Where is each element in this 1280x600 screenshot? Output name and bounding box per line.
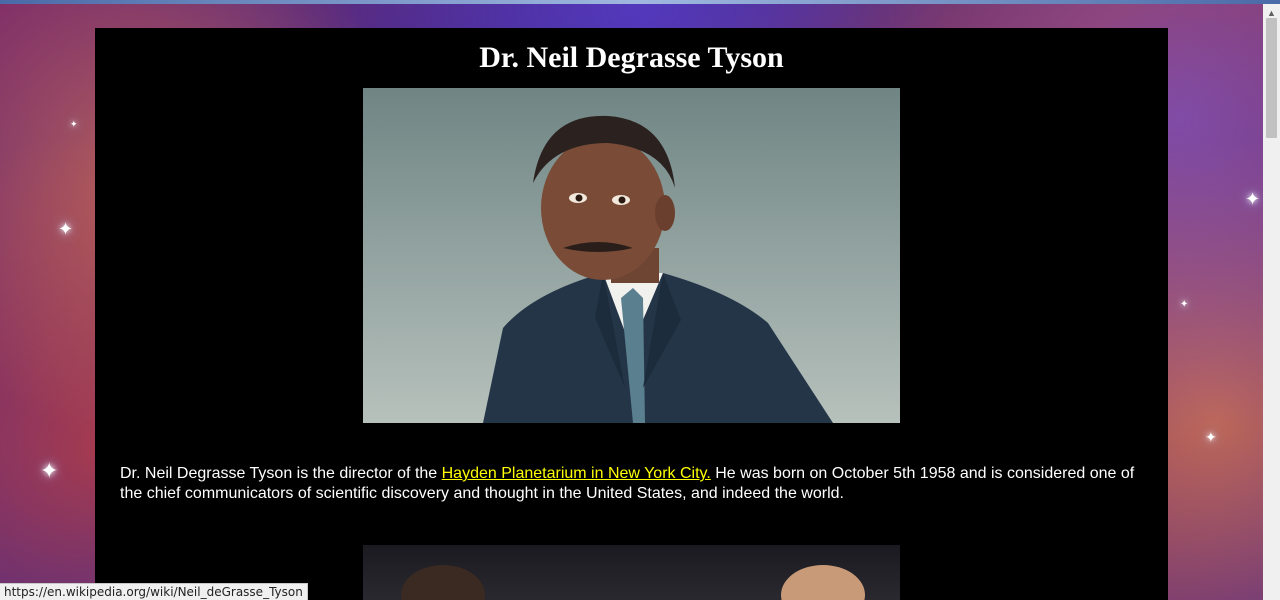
portrait-illustration <box>483 115 833 423</box>
star-icon: ✦ <box>1245 189 1261 209</box>
second-image <box>363 545 900 600</box>
star-icon: ✦ <box>1180 299 1189 310</box>
page-title: Dr. Neil Degrasse Tyson <box>479 41 784 74</box>
second-image-illustration <box>401 565 865 600</box>
star-icon: ✦ <box>1205 429 1217 445</box>
portrait-image <box>363 88 900 423</box>
bio-paragraph: Dr. Neil Degrasse Tyson is the director … <box>120 464 1150 504</box>
scrollbar-thumb[interactable] <box>1266 18 1277 138</box>
status-bar-url: https://en.wikipedia.org/wiki/Neil_deGra… <box>0 583 308 600</box>
browser-top-strip <box>0 0 1280 4</box>
vertical-scrollbar[interactable]: ▲ <box>1263 4 1280 600</box>
star-icon: ✦ <box>70 119 78 129</box>
star-icon: ✦ <box>58 219 74 239</box>
bio-text-before: Dr. Neil Degrasse Tyson is the director … <box>120 465 442 482</box>
star-icon: ✦ <box>40 458 59 483</box>
hayden-planetarium-link[interactable]: Hayden Planetarium in New York City. <box>442 465 711 482</box>
main-content: Dr. Neil Degrasse Tyson Dr. Neil Degrass… <box>95 28 1168 600</box>
